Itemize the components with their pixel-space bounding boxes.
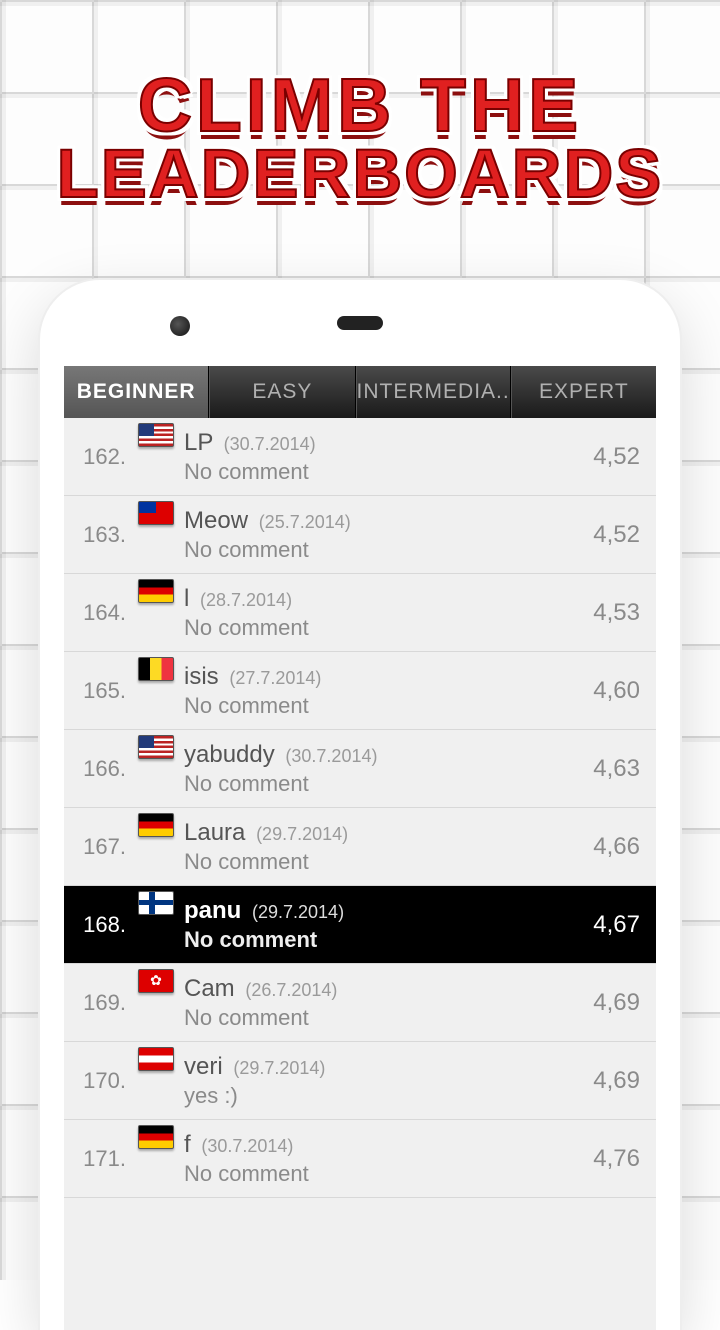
leaderboard-row[interactable]: 168. panu (29.7.2014) No comment4,67 [64,886,656,964]
tab-intermedia[interactable]: INTERMEDIA.. [356,366,511,418]
row-content: Meow (25.7.2014) No comment [184,506,593,564]
leaderboard-row[interactable]: 170. veri (29.7.2014) yes :)4,69 [64,1042,656,1120]
player-name: Meow [184,507,255,534]
rank-number: 171. [68,1146,130,1172]
tw-flag-icon [138,501,174,525]
score-value: 4,53 [593,599,648,627]
leaderboard-row[interactable]: 171. f (30.7.2014) No comment4,76 [64,1120,656,1198]
rank-number: 165. [68,678,130,704]
row-content: f (30.7.2014) No comment [184,1130,593,1188]
row-content: veri (29.7.2014) yes :) [184,1052,593,1110]
tab-expert[interactable]: EXPERT [511,366,656,418]
entry-date: (26.7.2014) [245,980,337,1000]
leaderboard-row[interactable]: 164. l (28.7.2014) No comment4,53 [64,574,656,652]
score-value: 4,52 [593,443,648,471]
entry-date: (30.7.2014) [201,1136,293,1156]
entry-date: (30.7.2014) [285,746,377,766]
phone-frame: BEGINNEREASYINTERMEDIA..EXPERT 162. LP (3… [40,280,680,1330]
row-content: yabuddy (30.7.2014) No comment [184,740,593,798]
promo-headline: CLIMB THE LEADERBOARDS [0,0,720,207]
row-content: LP (30.7.2014) No comment [184,428,593,486]
score-value: 4,66 [593,833,648,861]
headline-line-1: CLIMB THE [0,70,720,141]
player-name: f [184,1131,197,1158]
entry-comment: No comment [184,1004,593,1032]
entry-date: (25.7.2014) [259,512,351,532]
us-flag-icon [138,423,174,447]
be-flag-icon [138,657,174,681]
score-value: 4,60 [593,677,648,705]
player-name: isis [184,663,225,690]
leaderboard-row[interactable]: 166. yabuddy (30.7.2014) No comment4,63 [64,730,656,808]
row-content: Cam (26.7.2014) No comment [184,974,593,1032]
entry-date: (30.7.2014) [224,434,316,454]
entry-comment: No comment [184,692,593,720]
entry-comment: No comment [184,1160,593,1188]
score-value: 4,63 [593,755,648,783]
tab-beginner[interactable]: BEGINNER [64,366,209,418]
hk-flag-icon [138,969,174,993]
leaderboard-row[interactable]: 162. LP (30.7.2014) No comment4,52 [64,418,656,496]
player-name: Laura [184,819,252,846]
fi-flag-icon [138,891,174,915]
rank-number: 168. [68,912,130,938]
entry-comment: No comment [184,926,593,954]
entry-comment: No comment [184,770,593,798]
rank-number: 162. [68,444,130,470]
at-flag-icon [138,1047,174,1071]
entry-date: (29.7.2014) [256,824,348,844]
leaderboard-row[interactable]: 167. Laura (29.7.2014) No comment4,66 [64,808,656,886]
rank-number: 166. [68,756,130,782]
entry-comment: No comment [184,848,593,876]
entry-date: (29.7.2014) [233,1058,325,1078]
player-name: Cam [184,975,241,1002]
rank-number: 167. [68,834,130,860]
difficulty-tabs: BEGINNEREASYINTERMEDIA..EXPERT [64,366,656,418]
score-value: 4,52 [593,521,648,549]
de-flag-icon [138,813,174,837]
leaderboard-row[interactable]: 163. Meow (25.7.2014) No comment4,52 [64,496,656,574]
player-name: panu [184,897,248,924]
row-content: isis (27.7.2014) No comment [184,662,593,720]
de-flag-icon [138,579,174,603]
app-screen: BEGINNEREASYINTERMEDIA..EXPERT 162. LP (3… [64,366,656,1330]
player-name: LP [184,429,220,456]
leaderboard-row[interactable]: 169. Cam (26.7.2014) No comment4,69 [64,964,656,1042]
leaderboard-row[interactable]: 165. isis (27.7.2014) No comment4,60 [64,652,656,730]
rank-number: 170. [68,1068,130,1094]
row-content: l (28.7.2014) No comment [184,584,593,642]
player-name: l [184,585,196,612]
player-name: veri [184,1053,229,1080]
de-flag-icon [138,1125,174,1149]
score-value: 4,69 [593,1067,648,1095]
score-value: 4,67 [593,911,648,939]
entry-date: (28.7.2014) [200,590,292,610]
score-value: 4,76 [593,1145,648,1173]
player-name: yabuddy [184,741,281,768]
rank-number: 164. [68,600,130,626]
score-value: 4,69 [593,989,648,1017]
row-content: Laura (29.7.2014) No comment [184,818,593,876]
entry-date: (27.7.2014) [229,668,321,688]
rank-number: 169. [68,990,130,1016]
rank-number: 163. [68,522,130,548]
entry-comment: No comment [184,536,593,564]
row-content: panu (29.7.2014) No comment [184,896,593,954]
entry-comment: No comment [184,614,593,642]
entry-date: (29.7.2014) [252,902,344,922]
entry-comment: No comment [184,458,593,486]
leaderboard-list[interactable]: 162.LP (30.7.2014)No comment4,52163.Meow… [64,418,656,1198]
headline-line-2: LEADERBOARDS [0,141,720,207]
tab-easy[interactable]: EASY [209,366,355,418]
us-flag-icon [138,735,174,759]
phone-camera-icon [170,316,190,336]
entry-comment: yes :) [184,1082,593,1110]
phone-speaker-icon [337,316,383,330]
